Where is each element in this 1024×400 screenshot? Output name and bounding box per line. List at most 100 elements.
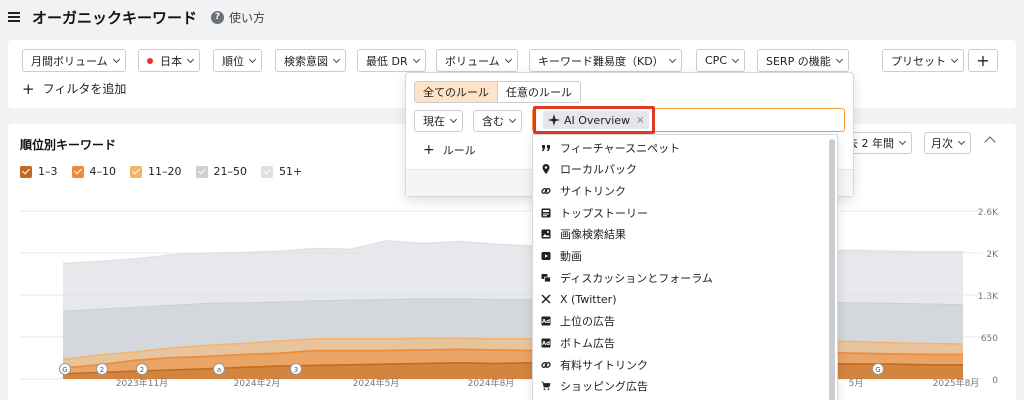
filter-label: CPC <box>705 54 727 67</box>
add-rule-label: ルール <box>442 144 476 157</box>
filter-label: 日本 <box>160 54 182 68</box>
add-preset-button[interactable]: + <box>968 49 998 72</box>
cart-icon <box>541 381 551 391</box>
link-icon <box>541 360 551 370</box>
news-icon <box>541 208 551 218</box>
menu-icon[interactable] <box>8 12 20 22</box>
scroll-thumb[interactable] <box>829 139 835 400</box>
add-filter-button[interactable]: + フィルタを追加 <box>22 80 126 97</box>
y-tick-label: 650 <box>981 334 998 344</box>
flag-icon <box>147 57 153 64</box>
filter-volume[interactable]: ボリューム <box>436 49 518 72</box>
x-tick-label: 2025年8月 <box>933 377 980 389</box>
option-label: トップストーリー <box>560 206 648 220</box>
serp-feature-option[interactable]: サイトリンク <box>533 180 823 201</box>
chevron-down-icon <box>668 55 676 63</box>
filter-label: SERP の機能 <box>766 54 831 68</box>
option-label: ショッピング広告 <box>560 380 648 394</box>
option-label: 画像検索結果 <box>560 228 626 242</box>
filter-min-dr[interactable]: 最低 DR <box>357 49 426 72</box>
filter-intent[interactable]: 検索意図 <box>275 49 346 72</box>
scrollbar[interactable] <box>829 139 835 400</box>
serp-feature-option[interactable]: Ad ボトム広告 <box>533 332 823 353</box>
x-tick-label: 2023年11月 <box>116 377 168 389</box>
option-label: 動画 <box>560 250 582 263</box>
top-bar: オーガニックキーワード ? 使い方 <box>0 0 1024 34</box>
add-rule-button[interactable]: + ルール <box>423 142 476 158</box>
add-filter-label: フィルタを追加 <box>42 82 127 96</box>
annotation-label: 3 <box>294 366 298 374</box>
highlight-box <box>533 106 655 134</box>
plus-icon: + <box>976 51 990 70</box>
filter-country[interactable]: 日本 <box>138 49 200 72</box>
serp-feature-option[interactable]: フィーチャースニペット <box>533 137 823 158</box>
filter-label: ボリューム <box>445 54 500 68</box>
x-tick-label: 5月 <box>849 378 864 389</box>
filter-position[interactable]: 順位 <box>213 49 262 72</box>
chevron-down-icon <box>508 115 517 124</box>
x-tick-label: 2024年8月 <box>468 377 515 389</box>
filter-monthly-volume[interactable]: 月間ボリューム <box>22 49 126 72</box>
chat-icon <box>541 273 551 283</box>
annotation-label: a <box>217 366 221 374</box>
x-tick-label: 2024年2月 <box>234 377 281 389</box>
y-tick-label: 2K <box>986 250 999 260</box>
ad-icon: Ad <box>541 316 551 326</box>
serp-feature-option[interactable]: 動画 <box>533 246 823 267</box>
chevron-down-icon <box>112 55 120 63</box>
condition-label: 含む <box>482 115 504 128</box>
serp-feature-option[interactable]: X (Twitter) <box>533 289 823 310</box>
filter-serp-features[interactable]: SERP の機能 <box>757 49 849 72</box>
condition-label: 現在 <box>423 115 445 128</box>
annotation-label: G <box>875 366 880 374</box>
time-condition-select[interactable]: 現在 <box>414 110 463 132</box>
video-icon <box>541 251 551 261</box>
page-title: オーガニックキーワード <box>32 8 198 27</box>
annotation-label: G <box>62 366 67 374</box>
serp-feature-option[interactable]: ディスカッションとフォーラム <box>533 267 823 288</box>
chevron-down-icon <box>412 55 420 63</box>
serp-feature-option[interactable]: 有料サイトリンク <box>533 354 823 375</box>
chevron-down-icon <box>504 55 512 63</box>
serp-feature-option[interactable]: 画像検索結果 <box>533 224 823 245</box>
option-label: 有料サイトリンク <box>560 358 648 372</box>
help-icon: ? <box>211 10 225 24</box>
filter-label: 最低 DR <box>366 54 408 68</box>
chevron-down-icon <box>449 115 458 124</box>
option-label: フィーチャースニペット <box>560 141 681 155</box>
match-condition-select[interactable]: 含む <box>473 110 522 132</box>
svg-text:Ad: Ad <box>542 319 550 325</box>
option-label: ボトム広告 <box>560 336 615 350</box>
serp-feature-dropdown: フィーチャースニペットローカルパック サイトリンクトップストーリー 画像検索結果 動画… <box>532 134 838 400</box>
serp-feature-option[interactable]: ショッピング広告 <box>533 376 823 397</box>
option-label: 上位の広告 <box>560 315 615 329</box>
plus-icon: + <box>423 142 435 158</box>
serp-feature-option[interactable]: ローカルパック <box>533 159 823 180</box>
filter-label: 月間ボリューム <box>31 54 108 68</box>
quote-icon <box>541 143 551 153</box>
ad-icon: Ad <box>541 338 551 348</box>
x-tick-label: 2024年5月 <box>353 377 400 389</box>
filter-cpc[interactable]: CPC <box>696 49 745 72</box>
chevron-down-icon <box>332 55 341 63</box>
filter-label: キーワード難易度（KD） <box>538 54 664 68</box>
svg-text:Ad: Ad <box>542 341 550 347</box>
annotation-label: 2 <box>100 366 104 374</box>
presets-button[interactable]: プリセット <box>882 49 964 72</box>
image-icon <box>541 229 551 239</box>
help-link[interactable]: ? 使い方 <box>211 9 265 26</box>
y-tick-label: 1.3K <box>978 292 999 302</box>
plus-icon: + <box>22 79 35 98</box>
serp-feature-option[interactable]: トップストーリー <box>533 202 823 223</box>
any-rule-option[interactable]: 任意のルール <box>497 82 580 102</box>
chevron-down-icon <box>835 55 843 63</box>
serp-feature-option[interactable]: Ad 上位の広告 <box>533 311 823 332</box>
filter-kd[interactable]: キーワード難易度（KD） <box>529 49 682 72</box>
x-logo-icon <box>541 294 551 304</box>
chevron-down-icon <box>248 55 257 63</box>
help-label: 使い方 <box>229 10 266 25</box>
chevron-down-icon <box>731 55 740 63</box>
all-rules-option[interactable]: 全てのルール <box>415 82 497 102</box>
filter-label: 順位 <box>222 54 244 68</box>
filter-label: プリセット <box>891 54 946 68</box>
